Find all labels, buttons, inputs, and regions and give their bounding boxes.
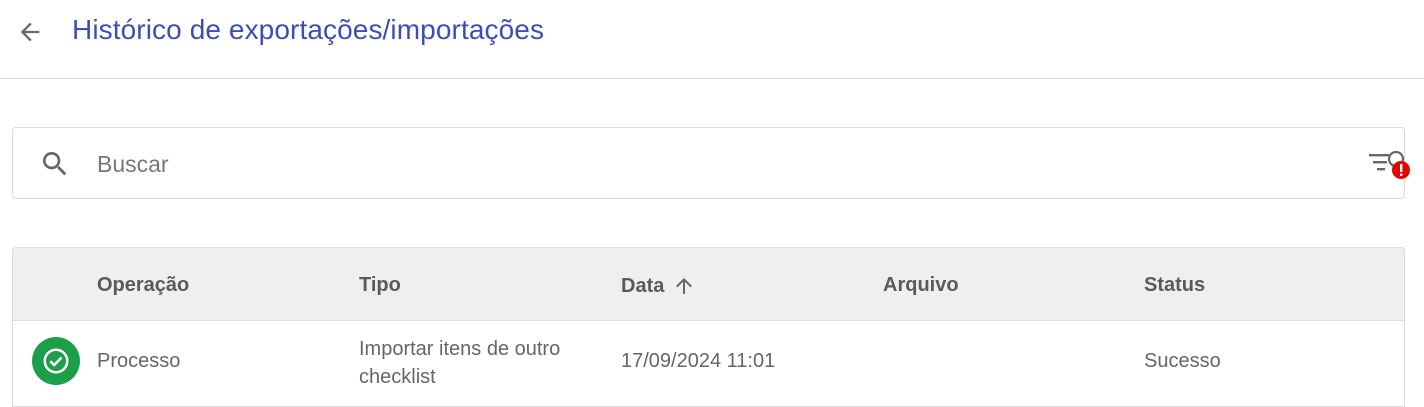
- sort-ascending-icon[interactable]: [672, 274, 696, 298]
- filter-alert-icon: [1369, 150, 1410, 179]
- filter-button[interactable]: [1365, 146, 1413, 186]
- table-row[interactable]: Processo Importar itens de outro checkli…: [13, 321, 1404, 406]
- column-header-data[interactable]: Data: [621, 274, 696, 298]
- cell-status: Sucesso: [1144, 350, 1221, 372]
- search-bar: [12, 127, 1410, 199]
- column-header-tipo[interactable]: Tipo: [359, 274, 401, 297]
- table-header: Operação Tipo Data Arquivo Status: [13, 248, 1404, 321]
- arrow-left-icon: [20, 22, 40, 42]
- cell-data: 17/09/2024 11:01: [621, 350, 776, 372]
- check-circle-icon: [32, 337, 80, 385]
- page-title: Histórico de exportações/importações: [72, 14, 545, 45]
- back-button[interactable]: [14, 16, 46, 48]
- search-input[interactable]: [97, 146, 1297, 182]
- cell-operacao: Processo: [97, 350, 181, 372]
- cell-tipo: Importar itens de outro checklist: [359, 335, 560, 391]
- app-header: Histórico de exportações/importações: [0, 0, 1424, 79]
- history-table: Operação Tipo Data Arquivo Status Proces…: [12, 247, 1405, 407]
- column-header-status[interactable]: Status: [1144, 274, 1205, 297]
- column-header-operacao[interactable]: Operação: [97, 274, 189, 297]
- column-header-data-label: Data: [621, 274, 665, 297]
- cell-tipo-line2: checklist: [359, 366, 436, 388]
- search-icon: [39, 148, 71, 180]
- cell-tipo-line1: Importar itens de outro: [359, 338, 561, 360]
- column-header-arquivo[interactable]: Arquivo: [883, 274, 959, 297]
